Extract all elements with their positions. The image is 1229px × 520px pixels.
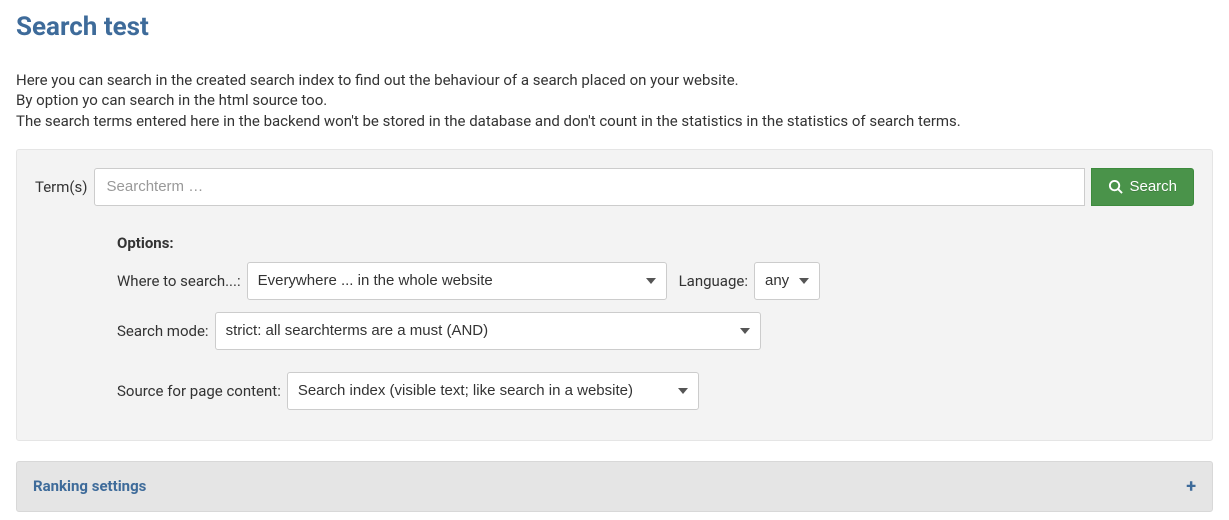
expand-icon: + [1186,476,1196,497]
language-select[interactable]: any [754,262,820,300]
options-heading: Options: [117,234,1194,252]
search-row: Term(s) Search [35,168,1194,206]
option-row-mode: Search mode: strict: all searchterms are… [117,312,1194,350]
accordion-title: Ranking settings [33,477,146,495]
mode-label: Search mode: [117,322,209,340]
search-button[interactable]: Search [1091,168,1194,206]
option-row-where-lang: Where to search...: Everywhere ... in th… [117,262,1194,300]
intro-text: Here you can search in the created searc… [16,70,1213,131]
language-label: Language: [679,272,748,290]
where-select[interactable]: Everywhere ... in the whole website [247,262,667,300]
source-select[interactable]: Search index (visible text; like search … [287,372,699,410]
intro-line-3: The search terms entered here in the bac… [16,112,961,130]
ranking-settings-accordion[interactable]: Ranking settings + [16,461,1213,512]
search-panel: Term(s) Search Options: Where to search.… [16,149,1213,441]
intro-line-1: Here you can search in the created searc… [16,71,739,89]
options-block: Options: Where to search...: Everywhere … [35,234,1194,410]
source-label: Source for page content: [117,382,281,400]
page-title: Search test [16,12,1213,42]
search-button-label: Search [1129,178,1177,195]
option-row-source: Source for page content: Search index (v… [117,372,1194,410]
intro-line-2: By option yo can search in the html sour… [16,91,327,109]
mode-select[interactable]: strict: all searchterms are a must (AND) [215,312,761,350]
terms-label: Term(s) [35,178,88,196]
where-label: Where to search...: [117,272,241,290]
search-icon [1108,179,1123,194]
search-input[interactable] [94,168,1086,206]
